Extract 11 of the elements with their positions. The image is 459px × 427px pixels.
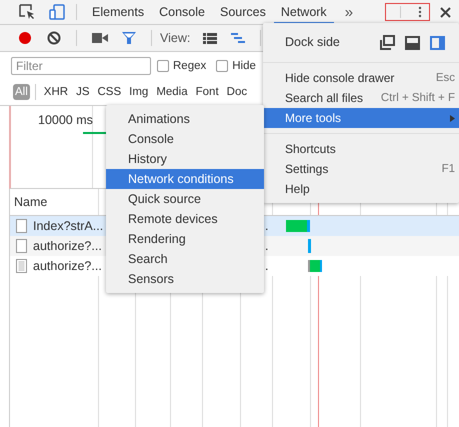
dock-side-label: Dock side [285,35,341,49]
request-name: Index?strA... [33,219,104,233]
checkbox-label: Hide [232,60,256,72]
request-name: authorize?... [33,239,102,253]
table-cell: . [265,239,268,253]
view-label: View: [160,31,190,45]
time-tick: 10000 ms [38,113,93,127]
request-name: authorize?... [33,259,102,273]
checkbox-label: Regex [173,60,206,72]
table-cell: . [265,219,268,233]
table-cell: . [265,259,268,273]
